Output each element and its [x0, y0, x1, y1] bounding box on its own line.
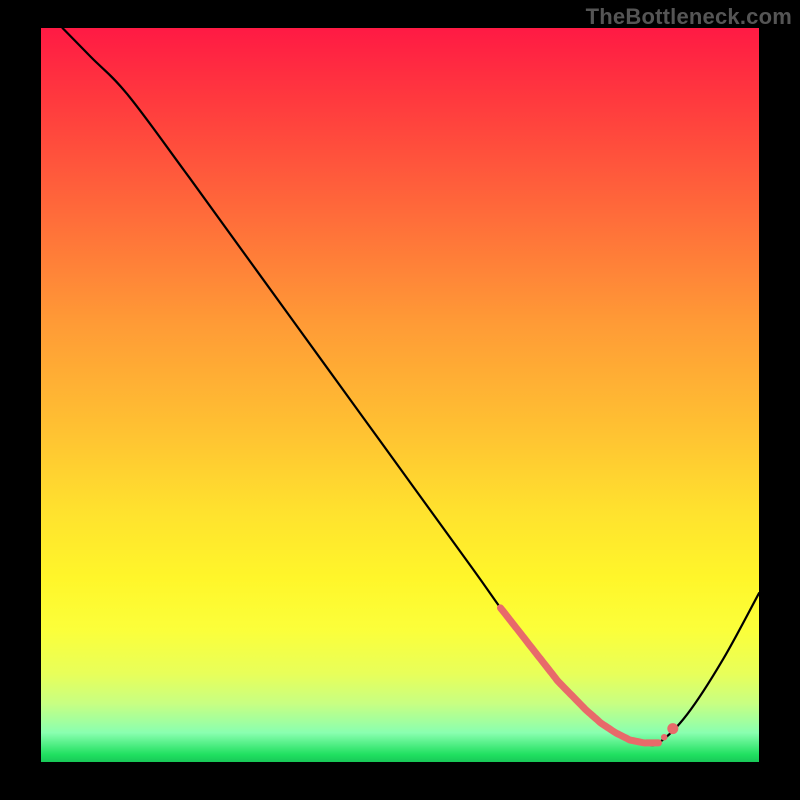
bottleneck-curve: [63, 28, 760, 745]
curve-svg: [41, 28, 759, 762]
highlight-marker-dot: [667, 723, 678, 734]
plot-area: [41, 28, 759, 762]
chart-frame: TheBottleneck.com: [0, 0, 800, 800]
watermark-text: TheBottleneck.com: [586, 4, 792, 30]
optimal-range-highlight: [501, 608, 659, 743]
highlight-dashes: [661, 734, 667, 740]
